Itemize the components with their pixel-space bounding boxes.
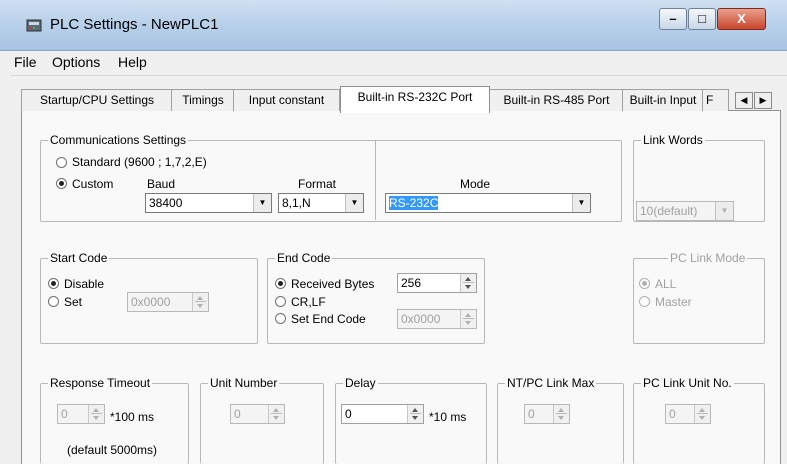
response-timeout-value: 0 xyxy=(61,407,68,421)
pc-link-unit-no-spinner[interactable]: 0 xyxy=(665,404,711,424)
end-code-spinner[interactable]: 0x0000 xyxy=(397,309,477,329)
chevron-down-icon: ▼ xyxy=(572,194,590,212)
start-code-spinner[interactable]: 0x0000 xyxy=(127,292,209,312)
standard-label: Standard (9600 ; 1,7,2,E) xyxy=(72,155,207,169)
pc-link-all-radio[interactable] xyxy=(639,278,650,289)
pc-link-master-radio[interactable] xyxy=(639,296,650,307)
pc-link-all-label: ALL xyxy=(655,277,677,291)
crlf-radio[interactable] xyxy=(275,296,286,307)
format-value: 8,1,N xyxy=(282,196,311,210)
chevron-down-icon: ▼ xyxy=(345,194,363,212)
nt-pc-link-max-value: 0 xyxy=(528,407,535,421)
unit-number-value: 0 xyxy=(234,407,241,421)
minimize-button[interactable]: – xyxy=(659,8,687,30)
standard-radio[interactable] xyxy=(56,157,67,168)
close-icon: X xyxy=(737,11,746,26)
response-timeout-default: (default 5000ms) xyxy=(67,443,158,457)
mode-select[interactable]: RS-232C ▼ xyxy=(385,193,591,213)
link-words-value: 10(default) xyxy=(640,204,698,218)
spinner-arrows-icon[interactable] xyxy=(192,293,208,311)
comm-divider xyxy=(375,140,376,220)
pc-link-master-label: Master xyxy=(655,295,692,309)
custom-label: Custom xyxy=(72,177,114,191)
nt-pc-link-max-spinner[interactable]: 0 xyxy=(524,404,570,424)
window-title: PLC Settings - NewPLC1 xyxy=(50,16,219,33)
tab-f[interactable]: F xyxy=(702,89,729,111)
pc-link-unit-no-label: PC Link Unit No. xyxy=(641,376,734,390)
start-disable-label: Disable xyxy=(64,277,105,291)
response-timeout-label: Response Timeout xyxy=(48,376,153,390)
comm-settings-label: Communications Settings xyxy=(48,133,189,147)
delay-unit: *10 ms xyxy=(429,410,467,424)
maximize-icon: □ xyxy=(698,11,706,26)
tab-scroll-right-icon[interactable]: ▶ xyxy=(754,92,772,109)
tab-rs485[interactable]: Built-in RS-485 Port xyxy=(489,89,624,111)
baud-select[interactable]: 38400 ▼ xyxy=(145,193,272,213)
spinner-arrows-icon[interactable] xyxy=(694,405,710,423)
menu-options[interactable]: Options xyxy=(52,54,100,70)
spinner-arrows-icon[interactable] xyxy=(553,405,569,423)
crlf-label: CR,LF xyxy=(291,295,326,309)
start-code-value: 0x0000 xyxy=(131,295,171,309)
set-end-code-label: Set End Code xyxy=(291,312,366,326)
unit-number-label: Unit Number xyxy=(208,376,280,390)
link-words-label: Link Words xyxy=(641,133,705,147)
link-words-select[interactable]: 10(default) ▼ xyxy=(636,201,734,221)
pc-link-mode-group xyxy=(633,258,765,344)
spinner-arrows-icon[interactable] xyxy=(268,405,284,423)
pc-link-unit-no-value: 0 xyxy=(669,407,676,421)
start-disable-radio[interactable] xyxy=(48,278,59,289)
mode-label: Mode xyxy=(460,177,491,191)
delay-label: Delay xyxy=(343,376,378,390)
spinner-arrows-icon[interactable] xyxy=(460,274,476,292)
menu-help[interactable]: Help xyxy=(118,54,147,70)
format-select[interactable]: 8,1,N ▼ xyxy=(278,193,364,213)
maximize-button[interactable]: □ xyxy=(688,8,716,30)
tab-startup-cpu[interactable]: Startup/CPU Settings xyxy=(21,89,173,111)
tab-scroll-left-icon[interactable]: ◀ xyxy=(735,92,753,109)
set-end-code-radio[interactable] xyxy=(275,313,286,324)
custom-radio[interactable] xyxy=(56,178,67,189)
close-button[interactable]: X xyxy=(717,8,766,30)
chevron-down-icon: ▼ xyxy=(715,202,733,220)
spinner-arrows-icon[interactable] xyxy=(460,310,476,328)
tab-input-constant[interactable]: Input constant xyxy=(233,89,340,111)
tab-builtin-input[interactable]: Built-in Input xyxy=(622,89,704,111)
spinner-arrows-icon[interactable] xyxy=(407,405,423,423)
received-bytes-spinner[interactable]: 256 xyxy=(397,273,477,293)
start-set-label: Set xyxy=(64,295,83,309)
start-set-radio[interactable] xyxy=(48,296,59,307)
response-timeout-unit: *100 ms xyxy=(110,410,155,424)
received-bytes-value: 256 xyxy=(401,276,422,290)
received-bytes-radio[interactable] xyxy=(275,278,286,289)
response-timeout-spinner[interactable]: 0 xyxy=(57,404,105,424)
tab-rs232c[interactable]: Built-in RS-232C Port xyxy=(340,86,490,113)
end-code-value: 0x0000 xyxy=(401,312,441,326)
received-bytes-label: Received Bytes xyxy=(291,277,375,291)
start-code-label: Start Code xyxy=(48,251,110,265)
format-label: Format xyxy=(298,177,337,191)
tab-timings[interactable]: Timings xyxy=(171,89,235,111)
minimize-icon: – xyxy=(669,11,677,26)
unit-number-spinner[interactable]: 0 xyxy=(230,404,285,424)
mode-value: RS-232C xyxy=(389,196,439,210)
spinner-arrows-icon[interactable] xyxy=(88,405,104,423)
end-code-label: End Code xyxy=(275,251,333,265)
pc-link-mode-label: PC Link Mode xyxy=(668,251,748,265)
baud-label: Baud xyxy=(147,177,176,191)
menu-file[interactable]: File xyxy=(14,54,37,70)
nt-pc-link-max-label: NT/PC Link Max xyxy=(505,376,597,390)
app-icon xyxy=(26,17,42,33)
chevron-down-icon: ▼ xyxy=(253,194,271,212)
baud-value: 38400 xyxy=(149,196,183,210)
delay-value: 0 xyxy=(345,407,352,421)
delay-spinner[interactable]: 0 xyxy=(341,404,424,424)
